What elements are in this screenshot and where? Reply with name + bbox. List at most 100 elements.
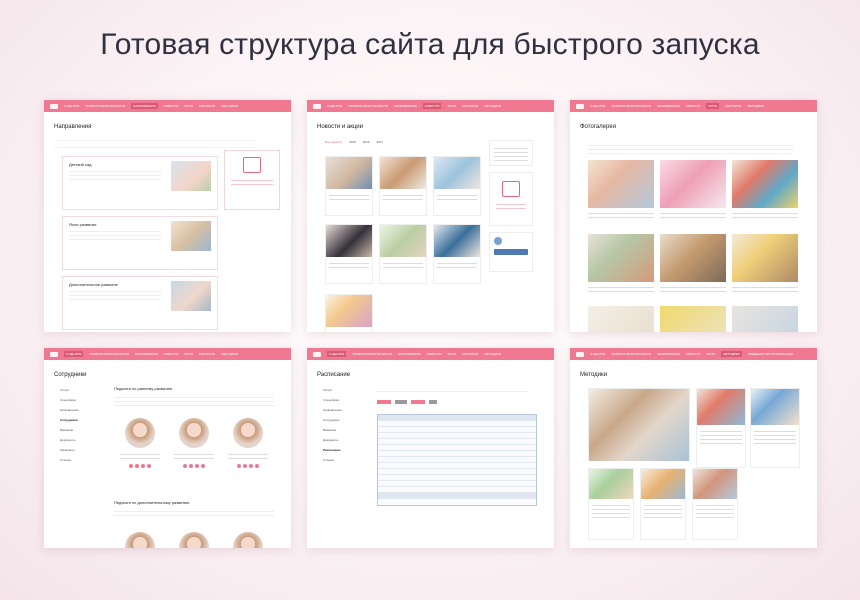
side-menu-item[interactable]: Сотрудники xyxy=(323,418,367,428)
side-menu-item[interactable]: Отзывы xyxy=(60,458,104,468)
subscribe-button[interactable] xyxy=(494,249,528,255)
nav-item[interactable]: Правила безопасности xyxy=(85,104,125,108)
gallery-photo[interactable] xyxy=(588,306,654,332)
side-menu-item[interactable]: Вакансии xyxy=(323,428,367,438)
nav-item[interactable]: Методики xyxy=(747,104,764,108)
nav-item[interactable]: Контакты xyxy=(199,104,215,108)
nav-item[interactable]: Фото xyxy=(706,103,720,109)
gallery-photo[interactable] xyxy=(660,306,726,332)
nav-item[interactable]: Направления xyxy=(657,104,680,108)
tab-all[interactable]: Все новости xyxy=(325,140,342,144)
gallery-photo[interactable] xyxy=(732,306,798,332)
nav-item[interactable]: Методики xyxy=(221,352,238,356)
staff-card[interactable] xyxy=(172,532,216,548)
method-card[interactable] xyxy=(588,468,634,540)
gallery-photo[interactable] xyxy=(732,160,798,208)
schedule-table[interactable] xyxy=(377,414,537,506)
nav-item[interactable]: Контакты xyxy=(462,104,478,108)
side-menu-item[interactable]: Специфика xyxy=(323,398,367,408)
direction-card[interactable]: Ясли развития xyxy=(62,216,218,270)
nav-item[interactable]: Новости xyxy=(686,104,701,108)
nav-item[interactable]: О центре xyxy=(327,351,347,357)
nav-item[interactable]: О центре xyxy=(64,104,79,108)
side-menu-item[interactable]: Реквизиты xyxy=(60,448,104,458)
staff-card[interactable] xyxy=(118,418,162,468)
staff-card[interactable] xyxy=(226,532,270,548)
nav-item[interactable]: Правила безопасности xyxy=(611,104,651,108)
method-card[interactable] xyxy=(640,468,686,540)
nav-item[interactable]: Новости xyxy=(427,352,442,356)
gift-widget[interactable] xyxy=(224,150,280,210)
social-links[interactable] xyxy=(172,464,216,468)
side-menu-item[interactable]: Направления xyxy=(323,408,367,418)
side-menu-item[interactable]: Расписание xyxy=(323,448,367,458)
nav-item[interactable]: Новости xyxy=(164,104,179,108)
nav-item[interactable]: Новости xyxy=(686,352,701,356)
nav-item[interactable]: О центре xyxy=(590,352,605,356)
tab-year[interactable]: 2015 xyxy=(349,140,356,144)
nav-item[interactable]: Сведения об организации xyxy=(748,352,793,356)
nav-item[interactable]: Направления xyxy=(131,103,158,109)
gallery-photo[interactable] xyxy=(588,160,654,208)
nav-item[interactable]: Фото xyxy=(184,104,193,108)
nav-item[interactable]: Методики xyxy=(484,352,501,356)
nav-item[interactable]: Новости xyxy=(422,103,442,109)
nav-item[interactable]: Контакты xyxy=(725,104,741,108)
gallery-photo[interactable] xyxy=(732,234,798,282)
news-card[interactable] xyxy=(325,156,373,216)
side-menu-item[interactable]: Отзывы xyxy=(323,458,367,468)
staff-card[interactable] xyxy=(172,418,216,468)
schedule-tabs[interactable] xyxy=(377,400,437,404)
tab-year[interactable]: 2016 xyxy=(363,140,370,144)
side-menu-item[interactable]: Сотрудники xyxy=(60,418,104,428)
news-card[interactable] xyxy=(433,224,481,284)
side-menu-item[interactable]: Специфика xyxy=(60,398,104,408)
side-menu-item[interactable]: Направления xyxy=(60,408,104,418)
side-menu-item[interactable]: Документы xyxy=(60,438,104,448)
nav-item[interactable]: О центре xyxy=(590,104,605,108)
direction-card[interactable]: Дополнительное развитие xyxy=(62,276,218,330)
social-links[interactable] xyxy=(118,464,162,468)
nav-item[interactable]: Фото xyxy=(447,352,456,356)
news-card[interactable] xyxy=(379,156,427,216)
nav-item[interactable]: Направления xyxy=(398,352,421,356)
side-menu-item[interactable]: Услуги xyxy=(323,388,367,398)
nav-item[interactable]: Правила безопасности xyxy=(348,104,388,108)
social-widget[interactable] xyxy=(489,232,533,272)
nav-item[interactable]: Направления xyxy=(394,104,417,108)
nav-item[interactable]: Контакты xyxy=(462,352,478,356)
gallery-photo[interactable] xyxy=(660,234,726,282)
nav-item[interactable]: О центре xyxy=(64,351,84,357)
method-card[interactable] xyxy=(696,388,746,468)
news-card[interactable] xyxy=(433,156,481,216)
method-card[interactable] xyxy=(750,388,800,468)
news-card[interactable] xyxy=(379,224,427,284)
news-card[interactable] xyxy=(325,224,373,284)
nav-item[interactable]: Фото xyxy=(184,352,193,356)
tab-year[interactable]: 2017 xyxy=(376,140,383,144)
nav-item[interactable]: Новости xyxy=(164,352,179,356)
nav-item[interactable]: Правила безопасности xyxy=(611,352,651,356)
nav-item[interactable]: Направления xyxy=(657,352,680,356)
side-menu-item[interactable]: Документы xyxy=(323,438,367,448)
nav-item[interactable]: Методики xyxy=(484,104,501,108)
nav-item[interactable]: Правила безопасности xyxy=(352,352,392,356)
gift-widget[interactable] xyxy=(489,172,533,226)
nav-item[interactable]: Направления xyxy=(135,352,158,356)
direction-card[interactable]: Детский сад xyxy=(62,156,218,210)
news-card[interactable] xyxy=(325,294,373,332)
method-card[interactable] xyxy=(692,468,738,540)
staff-card[interactable] xyxy=(226,418,270,468)
side-menu-item[interactable]: Вакансии xyxy=(60,428,104,438)
nav-item[interactable]: О центре xyxy=(327,104,342,108)
gallery-photo[interactable] xyxy=(660,160,726,208)
nav-item[interactable]: Контакты xyxy=(199,352,215,356)
side-menu-item[interactable]: Услуги xyxy=(60,388,104,398)
method-card-featured[interactable] xyxy=(588,388,690,461)
gallery-photo[interactable] xyxy=(588,234,654,282)
nav-item[interactable]: Методики xyxy=(221,104,238,108)
nav-item[interactable]: Методики xyxy=(721,351,742,357)
nav-item[interactable]: Фото xyxy=(706,352,715,356)
nav-item[interactable]: Фото xyxy=(447,104,456,108)
nav-item[interactable]: Правила безопасности xyxy=(89,352,129,356)
